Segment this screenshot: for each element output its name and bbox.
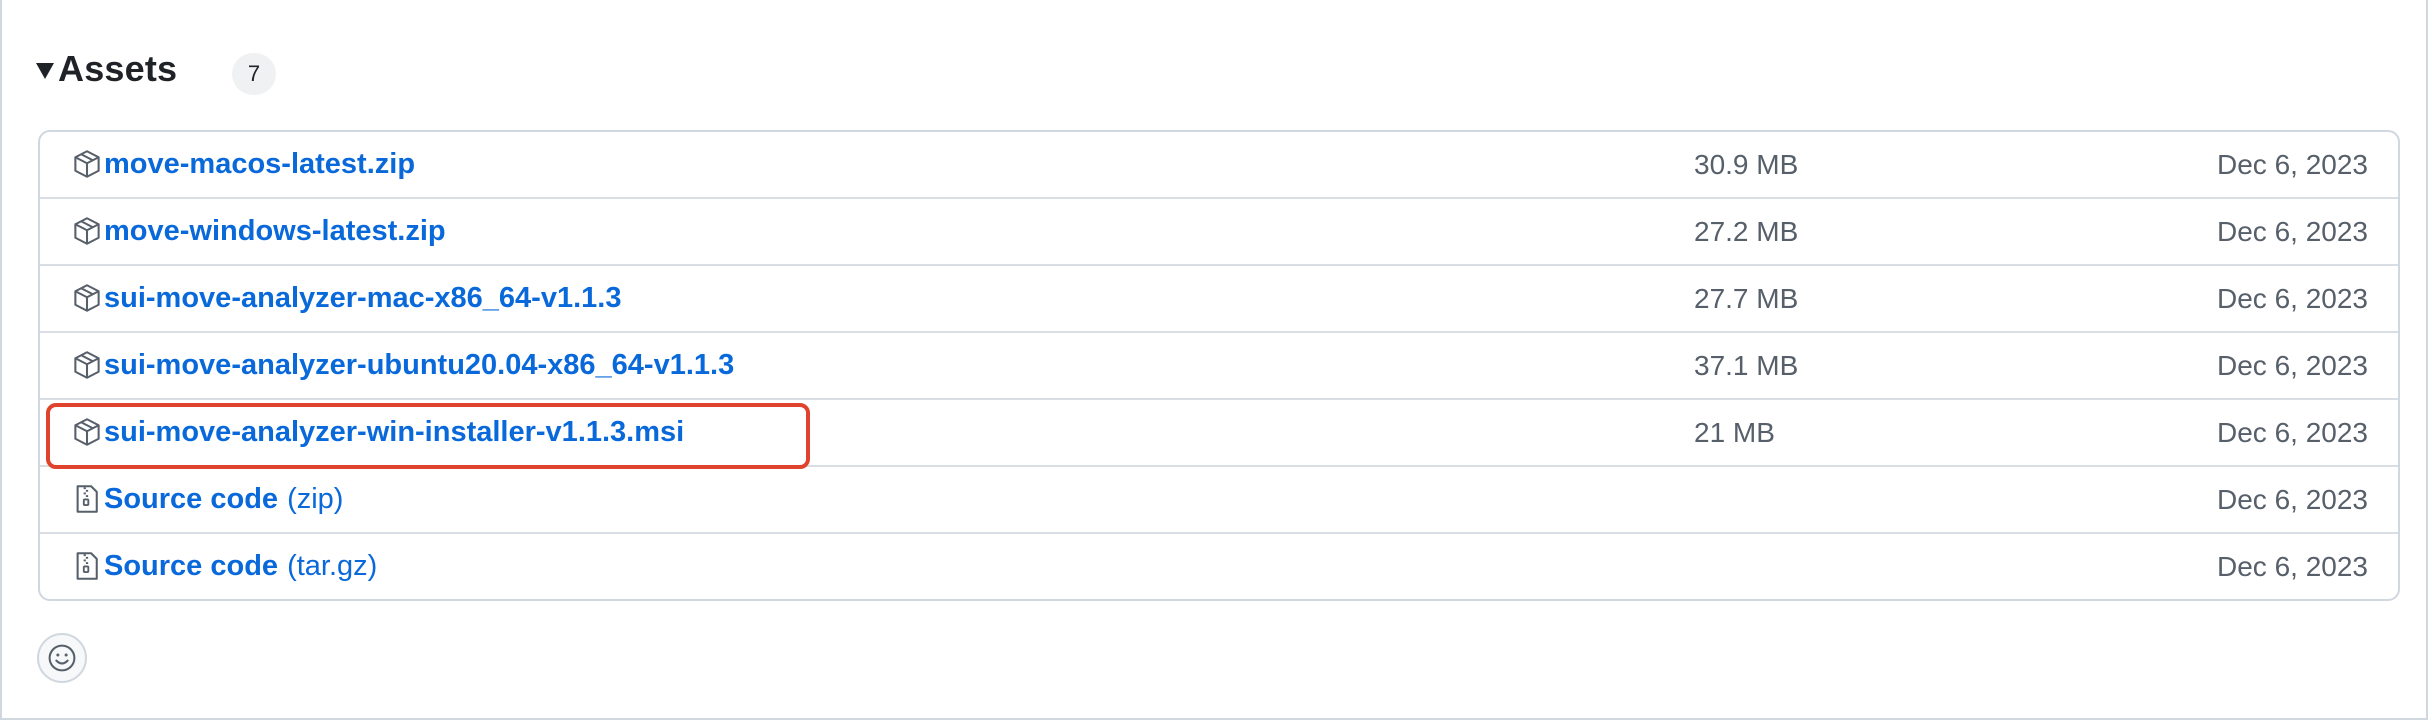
asset-name: Source code bbox=[104, 550, 279, 582]
asset-row: sui-move-analyzer-mac-x86_64-v1.1.3 27.7… bbox=[40, 264, 2398, 331]
asset-date: Dec 6, 2023 bbox=[2217, 416, 2368, 448]
assets-title: Assets bbox=[58, 48, 178, 89]
asset-link[interactable]: move-macos-latest.zip bbox=[104, 132, 415, 197]
smiley-icon bbox=[48, 644, 76, 672]
asset-size: 21 MB bbox=[1694, 416, 1775, 448]
asset-name: sui-move-analyzer-ubuntu20.04-x86_64-v1.… bbox=[104, 349, 735, 381]
asset-name: Source code bbox=[104, 483, 279, 515]
package-icon bbox=[74, 217, 100, 245]
asset-row: sui-move-analyzer-ubuntu20.04-x86_64-v1.… bbox=[40, 331, 2398, 398]
asset-row: Source code (tar.gz) Dec 6, 2023 bbox=[40, 532, 2398, 599]
file-zip-icon bbox=[76, 485, 98, 513]
assets-count-badge: 7 bbox=[232, 53, 276, 95]
asset-link[interactable]: sui-move-analyzer-win-installer-v1.1.3.m… bbox=[104, 400, 684, 465]
asset-date: Dec 6, 2023 bbox=[2217, 550, 2368, 582]
asset-name: move-windows-latest.zip bbox=[104, 215, 446, 247]
asset-size: 27.2 MB bbox=[1694, 215, 1799, 247]
asset-size: 37.1 MB bbox=[1694, 349, 1799, 381]
asset-row: Source code (zip) Dec 6, 2023 bbox=[40, 465, 2398, 532]
asset-name-suffix: (zip) bbox=[287, 483, 344, 515]
asset-row: sui-move-analyzer-win-installer-v1.1.3.m… bbox=[40, 398, 2398, 465]
asset-date: Dec 6, 2023 bbox=[2217, 349, 2368, 381]
package-icon bbox=[74, 418, 100, 446]
asset-name: move-macos-latest.zip bbox=[104, 148, 416, 180]
asset-link[interactable]: sui-move-analyzer-mac-x86_64-v1.1.3 bbox=[104, 266, 621, 331]
asset-link[interactable]: Source code (tar.gz) bbox=[104, 534, 377, 599]
asset-row: move-macos-latest.zip 30.9 MB Dec 6, 202… bbox=[40, 132, 2398, 197]
asset-link[interactable]: sui-move-analyzer-ubuntu20.04-x86_64-v1.… bbox=[104, 333, 734, 398]
asset-date: Dec 6, 2023 bbox=[2217, 282, 2368, 314]
asset-date: Dec 6, 2023 bbox=[2217, 483, 2368, 515]
asset-name: sui-move-analyzer-win-installer-v1.1.3.m… bbox=[104, 416, 685, 448]
asset-row: move-windows-latest.zip 27.2 MB Dec 6, 2… bbox=[40, 197, 2398, 264]
asset-list: move-macos-latest.zip 30.9 MB Dec 6, 202… bbox=[38, 130, 2400, 601]
asset-name: sui-move-analyzer-mac-x86_64-v1.1.3 bbox=[104, 282, 622, 314]
asset-date: Dec 6, 2023 bbox=[2217, 215, 2368, 247]
asset-size: 30.9 MB bbox=[1694, 148, 1799, 180]
asset-name-suffix: (tar.gz) bbox=[287, 550, 378, 582]
asset-link[interactable]: move-windows-latest.zip bbox=[104, 199, 446, 264]
package-icon bbox=[74, 150, 100, 178]
package-icon bbox=[74, 351, 100, 379]
asset-link[interactable]: Source code (zip) bbox=[104, 467, 343, 532]
add-reaction-button[interactable] bbox=[37, 633, 87, 683]
assets-toggle[interactable]: Assets bbox=[36, 44, 177, 94]
asset-date: Dec 6, 2023 bbox=[2217, 148, 2368, 180]
package-icon bbox=[74, 284, 100, 312]
caret-down-icon bbox=[36, 63, 54, 79]
asset-size: 27.7 MB bbox=[1694, 282, 1799, 314]
file-zip-icon bbox=[76, 552, 98, 580]
release-panel: Assets 7 move-macos-latest.zip 30.9 MB D… bbox=[0, 0, 2428, 720]
